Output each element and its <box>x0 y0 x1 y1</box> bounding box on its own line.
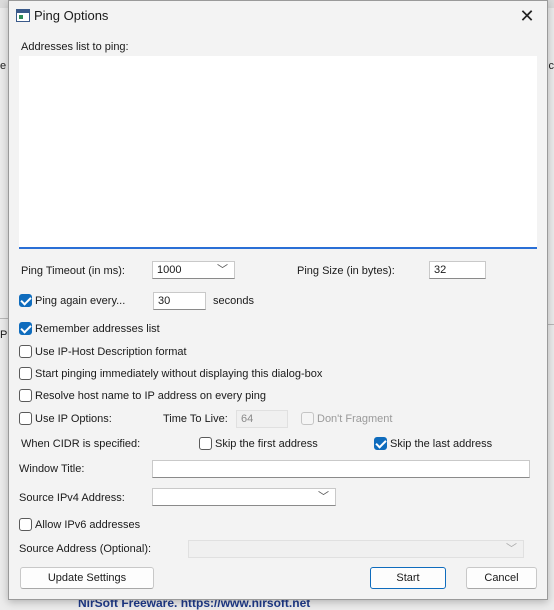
source-ipv4-combo[interactable]: ﹀ <box>152 488 336 506</box>
dont-fragment-label: Don't Fragment <box>317 413 392 425</box>
background-text-right: c <box>549 60 554 72</box>
background-text-left-lower: P <box>0 329 7 341</box>
use-ip-options-checkbox[interactable] <box>19 412 32 425</box>
ttl-input[interactable]: 64 <box>236 410 288 428</box>
skip-first-label: Skip the first address <box>215 438 318 450</box>
addresses-label: Addresses list to ping: <box>21 41 129 53</box>
start-immediately-checkbox[interactable] <box>19 367 32 380</box>
ping-size-input[interactable]: 32 <box>429 261 486 279</box>
ping-again-input[interactable]: 30 <box>153 292 206 310</box>
ping-timeout-value: 1000 <box>157 262 181 278</box>
window-title: Ping Options <box>34 8 108 23</box>
dont-fragment-checkbox[interactable] <box>301 412 314 425</box>
source-address-combo[interactable]: ﹀ <box>188 540 524 558</box>
remember-addresses-label: Remember addresses list <box>35 323 160 335</box>
ping-again-label: Ping again every... <box>35 295 125 307</box>
remember-addresses-checkbox[interactable] <box>19 322 32 335</box>
chevron-down-icon: ﹀ <box>506 541 517 557</box>
cancel-button[interactable]: Cancel <box>466 567 537 589</box>
allow-ipv6-checkbox[interactable] <box>19 518 32 531</box>
close-icon[interactable]: ✕ <box>507 1 547 31</box>
ping-size-label: Ping Size (in bytes): <box>297 265 395 277</box>
window-title-input[interactable] <box>152 460 530 478</box>
skip-last-label: Skip the last address <box>390 438 492 450</box>
ping-timeout-label: Ping Timeout (in ms): <box>21 265 125 277</box>
chevron-down-icon: ﹀ <box>318 489 329 505</box>
background-divider-left <box>0 318 8 319</box>
ip-host-format-label: Use IP-Host Description format <box>35 346 187 358</box>
chevron-down-icon: ﹀ <box>217 262 228 278</box>
source-ipv4-label: Source IPv4 Address: <box>19 492 125 504</box>
ttl-label: Time To Live: <box>163 413 228 425</box>
update-settings-button[interactable]: Update Settings <box>20 567 154 589</box>
allow-ipv6-label: Allow IPv6 addresses <box>35 519 140 531</box>
use-ip-options-label: Use IP Options: <box>35 413 112 425</box>
start-button[interactable]: Start <box>370 567 446 589</box>
resolve-host-label: Resolve host name to IP address on every… <box>35 390 266 402</box>
skip-last-checkbox[interactable] <box>374 437 387 450</box>
cidr-label: When CIDR is specified: <box>21 438 140 450</box>
ping-options-dialog: Ping Options ✕ Addresses list to ping: P… <box>8 0 548 600</box>
resolve-host-checkbox[interactable] <box>19 389 32 402</box>
background-text-left: e <box>0 60 6 72</box>
ping-again-checkbox[interactable] <box>19 294 32 307</box>
title-bar[interactable]: Ping Options ✕ <box>9 1 547 31</box>
ping-again-unit: seconds <box>213 295 254 307</box>
source-address-label: Source Address (Optional): <box>19 543 151 555</box>
ip-host-format-checkbox[interactable] <box>19 345 32 358</box>
start-immediately-label: Start pinging immediately without displa… <box>35 368 322 380</box>
app-window-icon <box>16 9 30 22</box>
window-title-label: Window Title: <box>19 463 84 475</box>
ping-timeout-combo[interactable]: 1000 ﹀ <box>152 261 235 279</box>
addresses-textarea[interactable] <box>19 56 537 249</box>
skip-first-checkbox[interactable] <box>199 437 212 450</box>
